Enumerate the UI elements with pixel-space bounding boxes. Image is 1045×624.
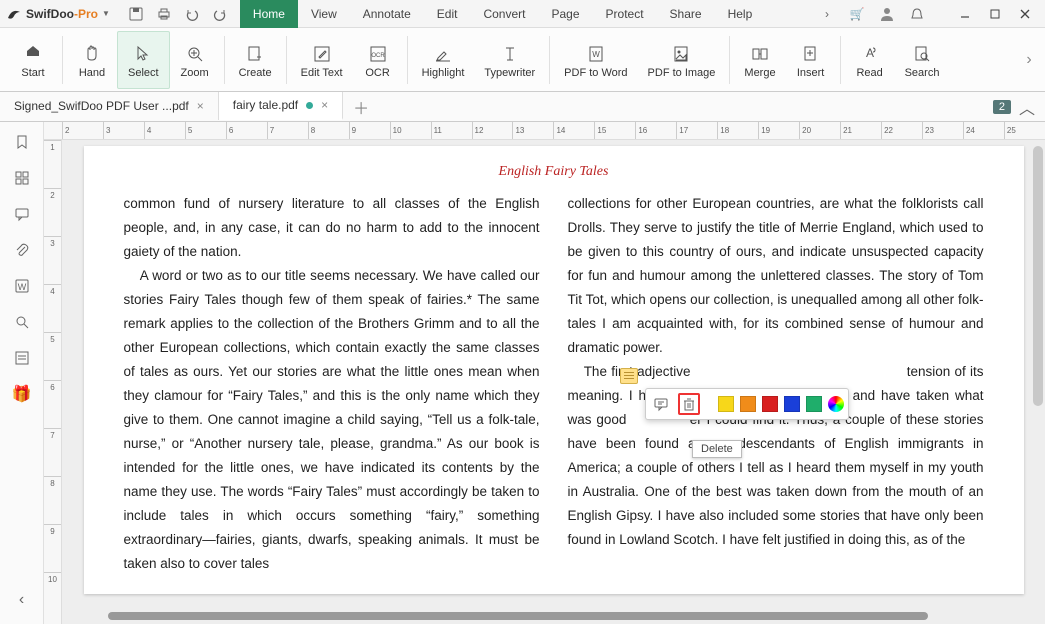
menu-share[interactable]: Share xyxy=(657,0,715,28)
user-icon[interactable] xyxy=(875,2,899,26)
vertical-scrollbar[interactable] xyxy=(1033,146,1043,606)
color-swatch[interactable] xyxy=(784,396,800,412)
svg-text:A: A xyxy=(866,46,874,60)
ribbon-hand[interactable]: Hand xyxy=(67,31,117,89)
tab-close-icon[interactable]: × xyxy=(321,98,328,112)
bell-icon[interactable] xyxy=(905,2,929,26)
ribbon-start[interactable]: Start xyxy=(8,31,58,89)
menu-edit[interactable]: Edit xyxy=(424,0,471,28)
form-icon[interactable] xyxy=(10,346,34,370)
cursor-icon xyxy=(133,41,153,67)
ribbon-edit-text[interactable]: Edit Text xyxy=(291,31,353,89)
minimize-icon[interactable] xyxy=(953,2,977,26)
svg-text:W: W xyxy=(17,282,26,292)
ribbon-zoom[interactable]: Zoom xyxy=(170,31,220,89)
app-menu-drop[interactable]: ▼ xyxy=(102,9,110,18)
create-icon xyxy=(245,41,265,67)
ribbon-merge[interactable]: Merge xyxy=(734,31,785,89)
color-wheel-icon[interactable] xyxy=(828,396,844,412)
vertical-ruler: 12345678910 xyxy=(44,140,62,624)
document-tab[interactable]: Signed_SwifDoo PDF User ...pdf × xyxy=(0,92,219,120)
swifdoo-icon xyxy=(6,6,22,22)
delete-icon[interactable] xyxy=(678,393,700,415)
tab-label: fairy tale.pdf xyxy=(233,98,298,112)
document-title: English Fairy Tales xyxy=(124,164,984,180)
highlight-icon xyxy=(433,41,453,67)
ribbon-create[interactable]: Create xyxy=(229,31,282,89)
home-icon xyxy=(23,41,43,67)
gift-icon[interactable]: 🎁 xyxy=(10,382,34,406)
tab-count-badge: 2 xyxy=(993,100,1011,114)
read-icon: A xyxy=(860,41,880,67)
maximize-icon[interactable] xyxy=(983,2,1007,26)
ribbon-ocr[interactable]: OCROCR xyxy=(353,31,403,89)
toword-icon: W xyxy=(586,41,606,67)
tooltip: Delete xyxy=(692,440,742,458)
menu-view[interactable]: View xyxy=(298,0,350,28)
sticky-note-icon[interactable] xyxy=(620,368,638,384)
app-logo: SwifDoo-Pro ▼ xyxy=(0,6,116,22)
menu-help[interactable]: Help xyxy=(715,0,766,28)
menu-annotate[interactable]: Annotate xyxy=(350,0,424,28)
hand-icon xyxy=(82,41,102,67)
horizontal-scrollbar[interactable] xyxy=(108,612,865,620)
modified-indicator-icon xyxy=(306,102,313,109)
ocr-icon: OCR xyxy=(368,41,388,67)
color-swatch[interactable] xyxy=(718,396,734,412)
sidebar-expand-icon[interactable]: ‹ xyxy=(10,588,34,612)
type-icon xyxy=(500,41,520,67)
zoom-icon xyxy=(185,41,205,67)
ribbon-typewriter[interactable]: Typewriter xyxy=(474,31,545,89)
tab-close-icon[interactable]: × xyxy=(197,99,204,113)
svg-text:OCR: OCR xyxy=(371,53,385,59)
svg-text:W: W xyxy=(592,50,600,59)
app-name-2: -Pro xyxy=(74,7,98,21)
attachment-icon[interactable] xyxy=(10,238,34,262)
bookmark-icon[interactable] xyxy=(10,130,34,154)
menu-page[interactable]: Page xyxy=(539,0,593,28)
menu-home[interactable]: Home xyxy=(240,0,298,28)
body-text: A word or two as to our title seems nece… xyxy=(124,264,540,576)
app-name-1: SwifDoo xyxy=(26,7,74,21)
document-tab[interactable]: fairy tale.pdf × xyxy=(219,92,343,120)
body-text: collections for other European countries… xyxy=(568,192,984,360)
save-icon[interactable] xyxy=(126,4,146,24)
redo-icon[interactable] xyxy=(210,4,230,24)
ribbon-search[interactable]: Search xyxy=(895,31,950,89)
menu-convert[interactable]: Convert xyxy=(470,0,538,28)
find-icon[interactable] xyxy=(10,310,34,334)
pdf-page: English Fairy Tales common fund of nurse… xyxy=(84,146,1024,594)
ribbon-select[interactable]: Select xyxy=(117,31,170,89)
menu-protect[interactable]: Protect xyxy=(593,0,657,28)
comments-icon[interactable] xyxy=(10,202,34,226)
ribbon-pdf-to-word[interactable]: WPDF to Word xyxy=(554,31,637,89)
more-menu-icon[interactable]: › xyxy=(815,2,839,26)
horizontal-ruler: 2345678910111213141516171819202122232425 xyxy=(44,122,1045,140)
color-swatch[interactable] xyxy=(762,396,778,412)
thumbnails-icon[interactable] xyxy=(10,166,34,190)
close-icon[interactable] xyxy=(1013,2,1037,26)
insert-icon xyxy=(801,41,821,67)
merge-icon xyxy=(750,41,770,67)
add-tab-button[interactable]: ＋ xyxy=(343,95,379,119)
ribbon-read[interactable]: ARead xyxy=(845,31,895,89)
color-swatch[interactable] xyxy=(806,396,822,412)
toimg-icon xyxy=(671,41,691,67)
print-icon[interactable] xyxy=(154,4,174,24)
annotation-toolbar xyxy=(645,388,849,420)
search-icon xyxy=(912,41,932,67)
color-swatch[interactable] xyxy=(740,396,756,412)
ribbon-pdf-to-image[interactable]: PDF to Image xyxy=(638,31,726,89)
comment-icon[interactable] xyxy=(650,393,672,415)
ribbon-insert[interactable]: Insert xyxy=(786,31,836,89)
body-text: common fund of nursery literature to all… xyxy=(124,192,540,264)
word-icon[interactable]: W xyxy=(10,274,34,298)
tabs-collapse-icon[interactable]: ︿ xyxy=(1019,95,1035,119)
edittext-icon xyxy=(312,41,332,67)
cart-icon[interactable]: 🛒 xyxy=(845,2,869,26)
tab-label: Signed_SwifDoo PDF User ...pdf xyxy=(14,99,189,113)
undo-icon[interactable] xyxy=(182,4,202,24)
ribbon-highlight[interactable]: Highlight xyxy=(412,31,475,89)
ribbon-expand-icon[interactable]: › xyxy=(1021,28,1037,92)
